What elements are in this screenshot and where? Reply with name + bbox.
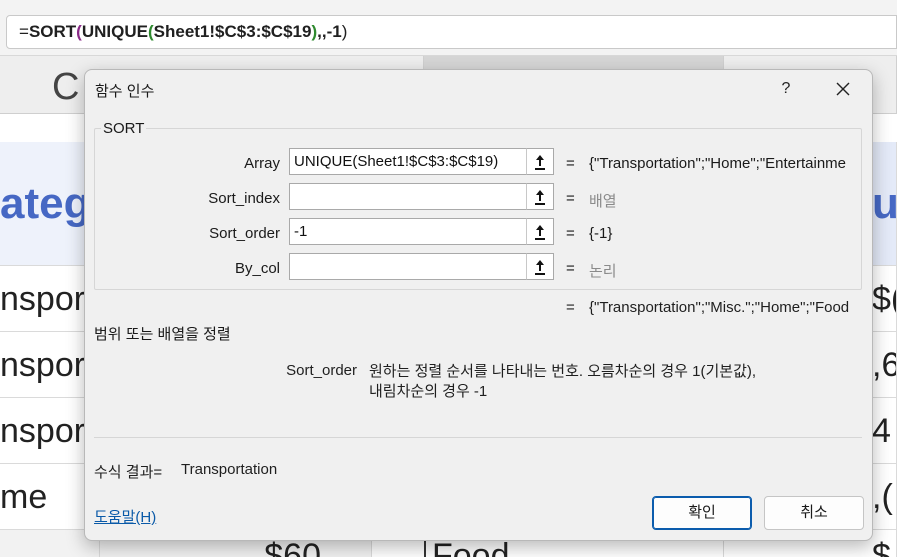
- collapse-dialog-icon: [535, 225, 545, 240]
- dialog-titlebar[interactable]: 함수 인수 ?: [85, 70, 872, 108]
- arg-ref-button-sort-order[interactable]: [526, 218, 554, 245]
- cell-row-5-right-text: $: [872, 537, 891, 557]
- divider: [94, 437, 862, 438]
- arg-result-sort-index: 배열: [589, 193, 617, 210]
- arg-result-sort-order: {-1}: [589, 225, 613, 242]
- help-arg-text: 원하는 정렬 순서를 나타내는 번호. 오름차순의 경우 1(기본값), 내림차…: [369, 362, 839, 402]
- formula-ref: Sheet1!$C$3:$C$19: [153, 22, 312, 41]
- cell-row-1-left-text: nsport: [0, 280, 95, 318]
- formula-prefix: =: [19, 22, 29, 41]
- close-button[interactable]: [825, 74, 861, 104]
- arg-input-by-col[interactable]: [289, 253, 527, 280]
- function-result-value: {"Transportation";"Misc.";"Home";"Food: [589, 299, 850, 316]
- formula-bar[interactable]: =SORT(UNIQUE(Sheet1!$C$3:$C$19),,-1): [6, 15, 897, 49]
- arg-eq-array: =: [566, 155, 575, 172]
- dialog-title: 함수 인수: [95, 83, 155, 100]
- cell-row-4-right-text: ,(: [872, 478, 893, 516]
- cell-row-4-left-text: me: [0, 478, 48, 516]
- formula-rest: ,,-1: [317, 22, 342, 41]
- formula-result-label: 수식 결과=: [94, 464, 163, 481]
- help-arg-text-line-1: 원하는 정렬 순서를 나타내는 번호. 오름차순의 경우 1(기본값),: [369, 363, 757, 380]
- collapse-dialog-icon: [535, 155, 545, 170]
- arg-result-array: {"Transportation";"Home";"Entertainme: [589, 155, 847, 172]
- function-name: SORT: [101, 120, 147, 137]
- arg-label-array: Array: [244, 155, 280, 172]
- formula-strip: =SORT(UNIQUE(Sheet1!$C$3:$C$19),,-1): [0, 0, 897, 56]
- help-question-button[interactable]: ?: [771, 74, 801, 104]
- collapse-dialog-icon: [535, 260, 545, 275]
- arg-eq-sort-index: =: [566, 190, 575, 207]
- arg-eq-sort-order: =: [566, 225, 575, 242]
- arg-input-array[interactable]: UNIQUE(Sheet1!$C$3:$C$19): [289, 148, 527, 175]
- arg-ref-button-by-col[interactable]: [526, 253, 554, 280]
- cell-row-3-left-text: nsport: [0, 412, 95, 450]
- cell-row-2-left-text: nsport: [0, 346, 95, 384]
- arg-ref-button-sort-index[interactable]: [526, 183, 554, 210]
- arg-input-sort-index[interactable]: [289, 183, 527, 210]
- cell-row-2-right-text: ,6: [872, 346, 896, 384]
- function-result-eq: =: [566, 299, 575, 316]
- ok-button[interactable]: 확인: [652, 496, 752, 530]
- cell-category-header-text: ateg: [0, 179, 91, 228]
- function-description: 범위 또는 배열을 정렬: [94, 326, 231, 343]
- help-arg-name: Sort_order: [286, 362, 357, 379]
- help-arg-text-line-2: 내림차순의 경우 -1: [369, 383, 488, 400]
- arg-input-sort-order[interactable]: -1: [289, 218, 527, 245]
- arg-label-by-col: By_col: [234, 260, 280, 277]
- arg-ref-button-array[interactable]: [526, 148, 554, 175]
- cell-row-3-right[interactable]: 4: [872, 398, 897, 464]
- formula-close-paren-1: ): [341, 22, 348, 41]
- collapse-dialog-icon: [535, 190, 545, 205]
- cell-row-2-right[interactable]: ,6: [872, 332, 897, 398]
- arg-eq-by-col: =: [566, 260, 575, 277]
- arg-label-sort-order: Sort_order: [209, 225, 280, 242]
- help-link[interactable]: 도움말(H): [94, 506, 156, 527]
- close-icon: [836, 82, 850, 96]
- arg-label-sort-index: Sort_index: [208, 190, 280, 207]
- cell-right-header[interactable]: u: [872, 142, 897, 266]
- column-header-c-label: C: [52, 66, 80, 108]
- formula-fn-sort: SORT: [28, 22, 77, 41]
- cell-row-3-right-text: 4: [872, 412, 891, 450]
- function-arguments-dialog: 함수 인수 ? SORT Array UNIQUE(Sheet1!$C$3:$C…: [84, 69, 873, 541]
- cancel-button[interactable]: 취소: [764, 496, 864, 530]
- formula-result-value: Transportation: [181, 461, 278, 478]
- cell-row-1-right-text: $(: [872, 280, 896, 318]
- arg-result-by-col: 논리: [589, 263, 617, 280]
- cell-right-header-text: u: [872, 179, 897, 228]
- cell-row-1-right[interactable]: $(: [872, 266, 897, 332]
- cell-row-4-right[interactable]: ,(: [872, 464, 897, 530]
- cell-row-5-right[interactable]: $: [872, 530, 897, 557]
- formula-fn-unique: UNIQUE: [81, 22, 148, 41]
